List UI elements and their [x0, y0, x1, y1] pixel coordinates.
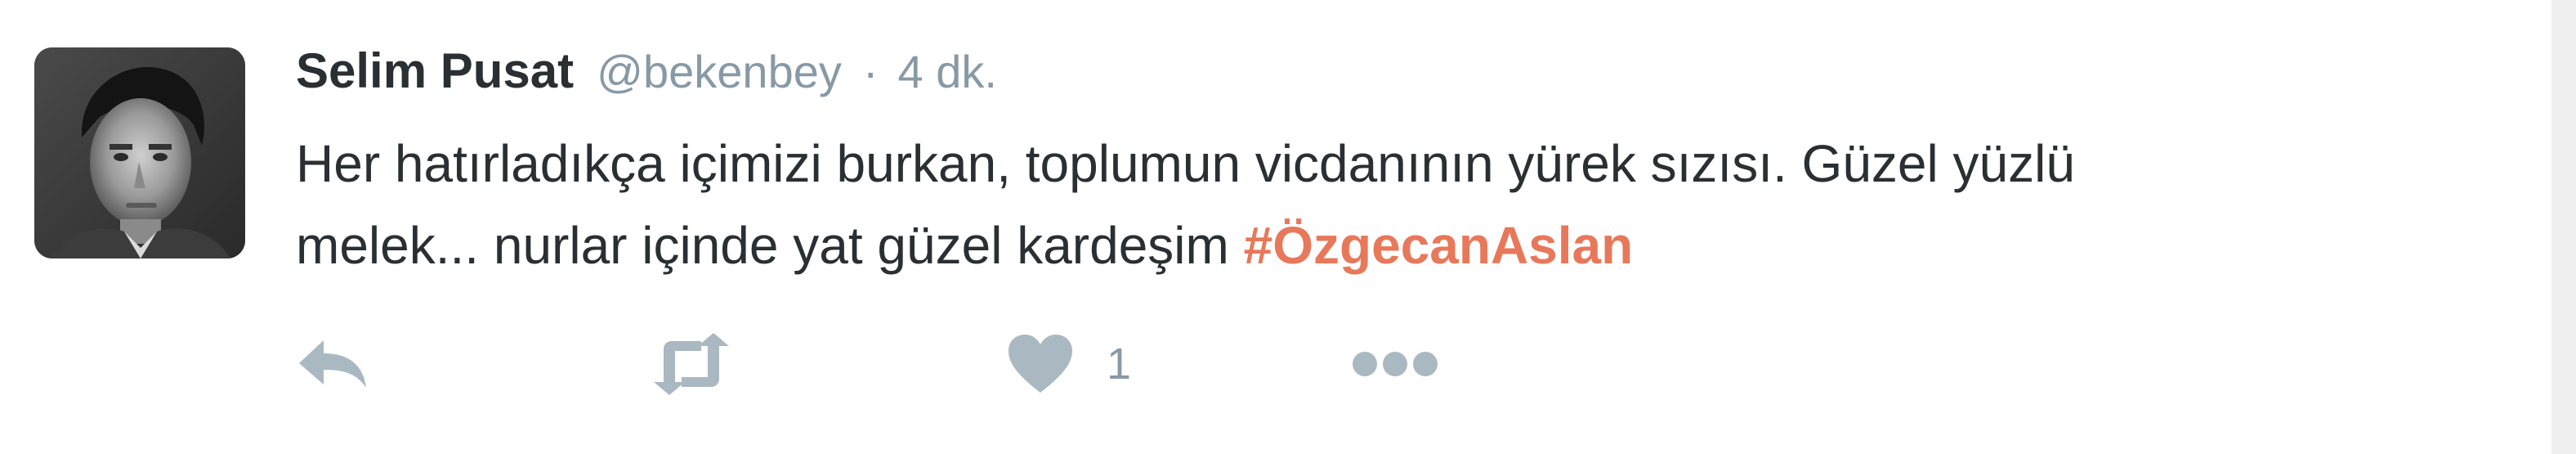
header-separator: ·	[862, 46, 879, 97]
hashtag-link[interactable]: #ÖzgecanAslan	[1244, 216, 1634, 275]
avatar-image	[34, 47, 245, 258]
scrollbar[interactable]	[2551, 0, 2576, 454]
reply-arrow-icon	[299, 340, 366, 388]
heart-icon	[1008, 335, 1072, 393]
retweet-button[interactable]	[646, 323, 737, 405]
ellipsis-icon	[1353, 352, 1438, 376]
tweet-text-line-1: Her hatırladıkça içimizi burkan, toplumu…	[296, 134, 2075, 193]
retweet-icon	[654, 333, 729, 395]
avatar[interactable]	[34, 47, 245, 258]
more-button[interactable]	[1350, 323, 1440, 405]
tweet: Selim Pusat @bekenbey · 4 dk. Her hatırl…	[0, 0, 2576, 454]
reply-button[interactable]	[294, 323, 369, 405]
author-name[interactable]: Selim Pusat	[296, 43, 574, 99]
like-count: 1	[1107, 339, 1132, 389]
tweet-header: Selim Pusat @bekenbey · 4 dk.	[296, 43, 997, 108]
tweet-text: Her hatırladıkça içimizi burkan, toplumu…	[296, 123, 2568, 286]
tweet-text-line-2-body: melek... nurlar içinde yat güzel kardeşi…	[296, 216, 1244, 275]
author-handle[interactable]: @bekenbey	[597, 45, 842, 98]
tweet-timestamp[interactable]: 4 dk.	[898, 45, 997, 98]
like-button[interactable]: 1	[1007, 323, 1131, 405]
tweet-text-line-2: melek... nurlar içinde yat güzel kardeşi…	[296, 205, 2568, 286]
